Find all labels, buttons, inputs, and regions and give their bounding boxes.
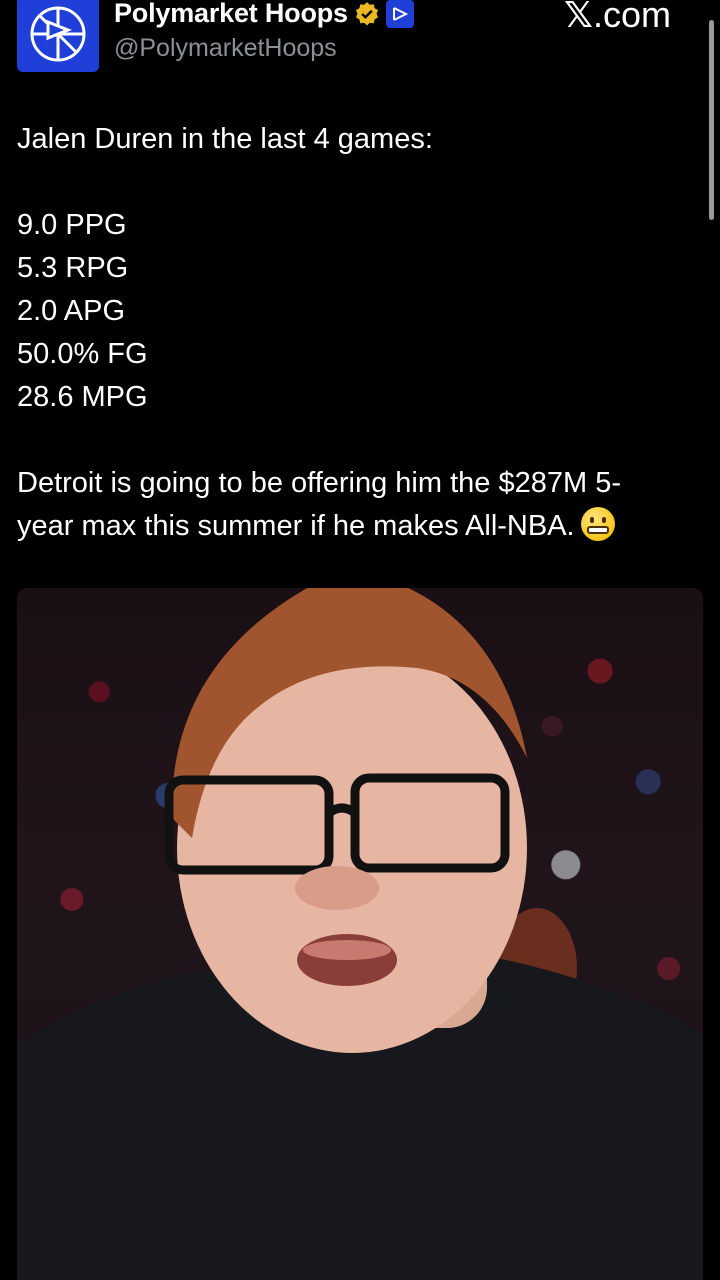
display-name[interactable]: Polymarket Hoops (114, 0, 348, 29)
tweet-text: Jalen Duren in the last 4 games: 9.0 PPG… (17, 118, 697, 548)
stat-line: 50.0% FG (17, 338, 148, 370)
stat-line: 5.3 RPG (17, 252, 129, 284)
tweet-media[interactable] (17, 588, 703, 1280)
tweet-header: Polymarket Hoops @PolymarketHoops 𝕏.com (17, 0, 707, 76)
x-com-domain: .com (592, 0, 671, 35)
author-handle[interactable]: @PolymarketHoops (114, 34, 337, 63)
scrollbar[interactable] (709, 20, 714, 220)
x-logo-icon: 𝕏 (563, 0, 593, 36)
tweet-body-line: Detroit is going to be offering him the … (17, 467, 621, 499)
stat-line: 9.0 PPG (17, 209, 127, 241)
polymarket-logo-icon[interactable] (17, 0, 99, 72)
author-name-row: Polymarket Hoops (114, 0, 414, 29)
verified-badge-icon (355, 1, 378, 25)
tweet-body-text: year max this summer if he makes All-NBA… (17, 510, 575, 542)
presenter-video-overlay (17, 588, 703, 1280)
grimacing-face-icon (580, 507, 615, 541)
tweet-body-line-2: year max this summer if he makes All-NBA… (17, 505, 697, 548)
tweet-intro: Jalen Duren in the last 4 games: (17, 123, 433, 155)
stat-line: 2.0 APG (17, 295, 126, 327)
stat-line: 28.6 MPG (17, 381, 148, 413)
affiliate-badge-icon[interactable] (385, 0, 414, 28)
x-com-watermark: 𝕏.com (564, 0, 671, 36)
